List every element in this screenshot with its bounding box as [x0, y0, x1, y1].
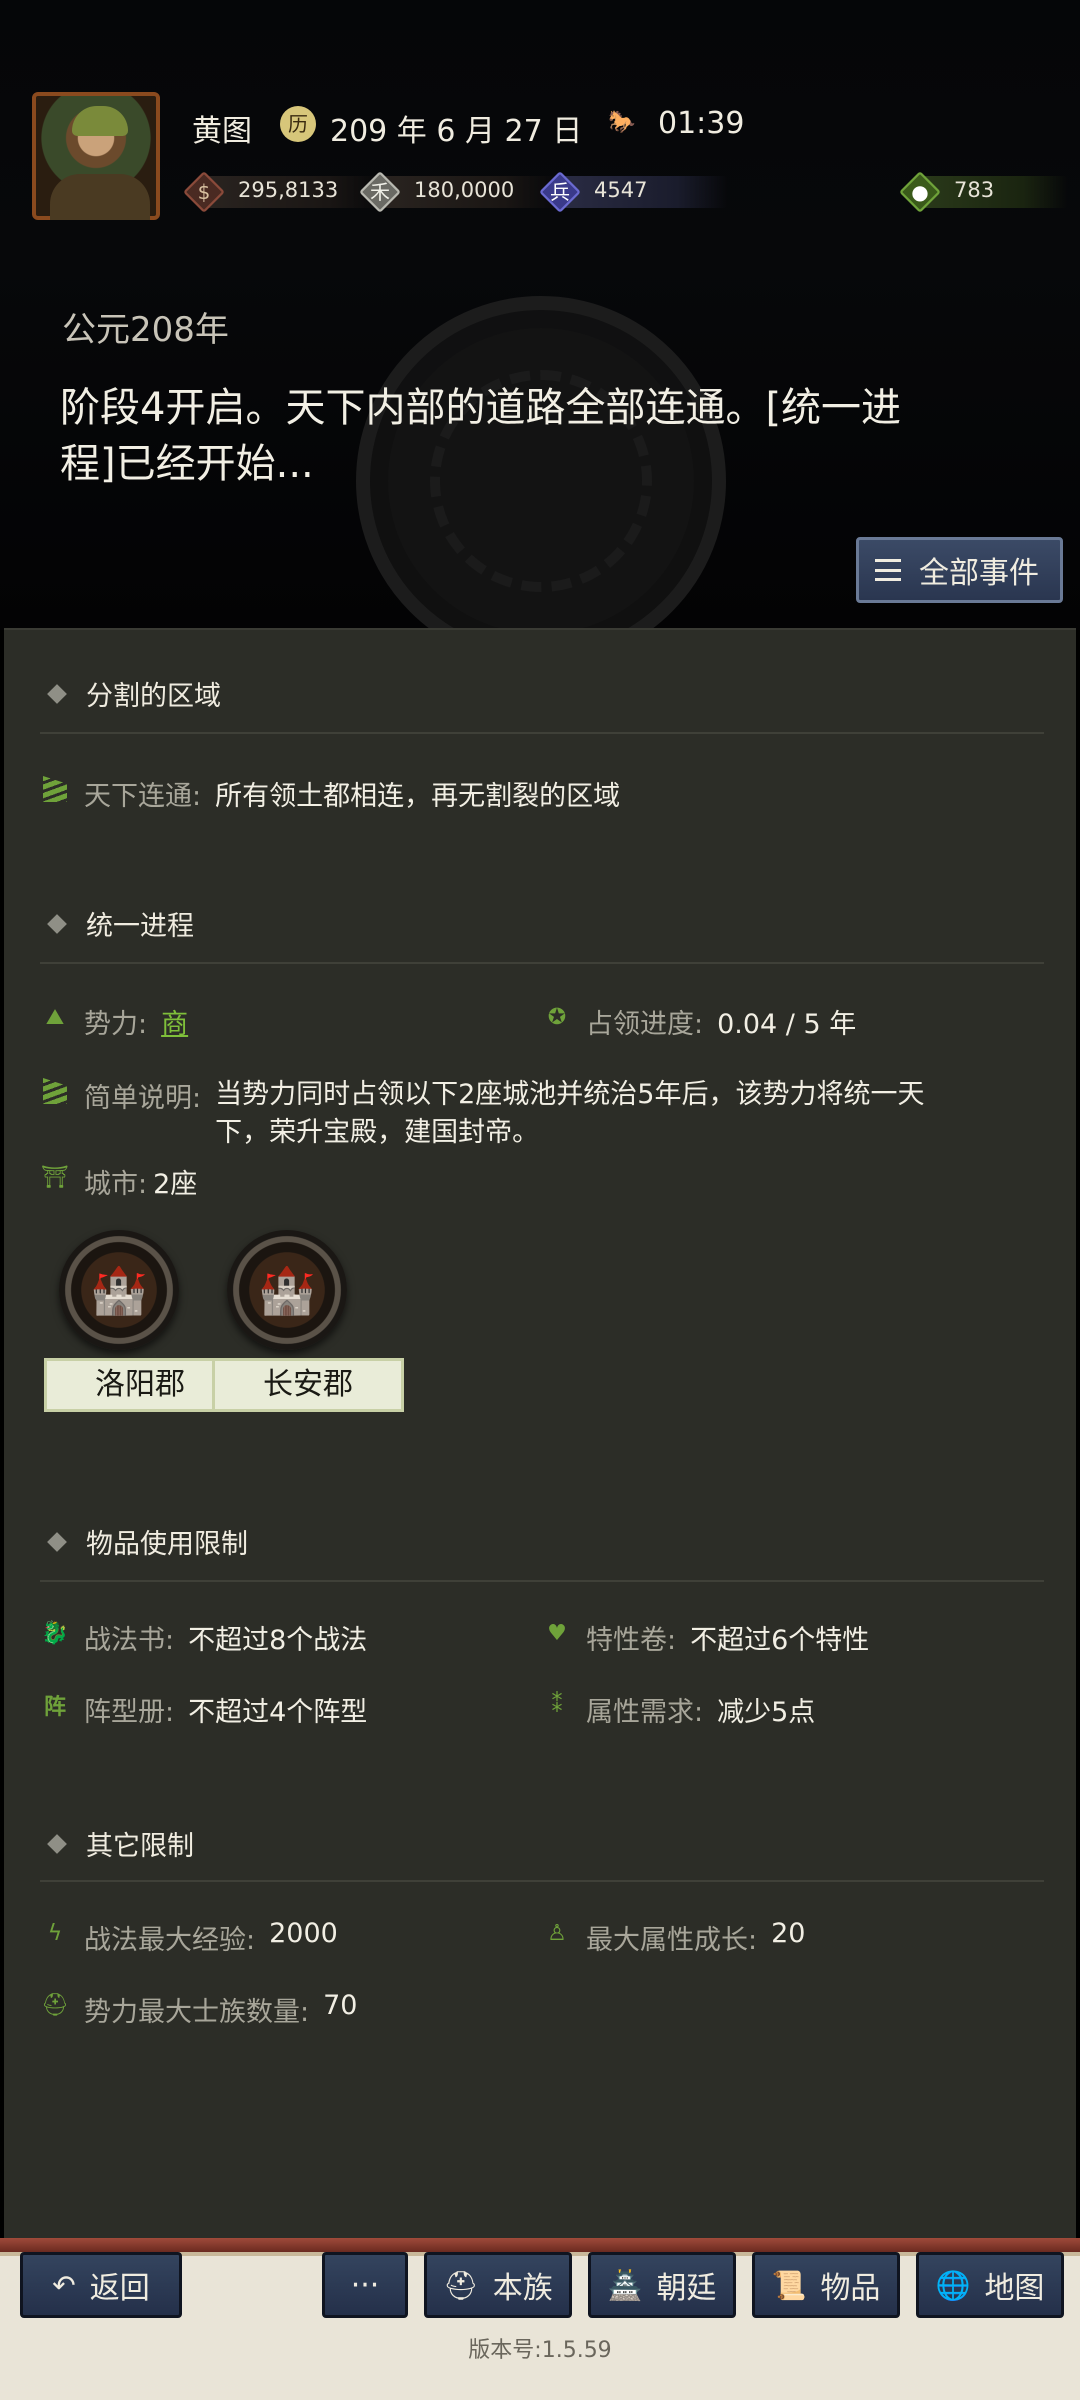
person-icon: ♙: [547, 1920, 567, 1946]
all-events-button[interactable]: 全部事件: [856, 537, 1063, 603]
dragon-icon: 🐉: [41, 1620, 69, 1646]
items-button[interactable]: 📜 物品: [752, 2252, 900, 2318]
gate-icon: ⛩: [41, 1164, 69, 1190]
resource-soldier[interactable]: 兵 4547: [539, 171, 728, 213]
resource-coin[interactable]: $ 295,8133: [183, 171, 384, 213]
soldier-icon: 兵: [550, 180, 570, 204]
faction-row: ⛰ 势力: 商: [40, 1002, 188, 1041]
calendar-icon: 历: [280, 106, 316, 142]
resource-grain[interactable]: 禾 180,0000: [359, 171, 560, 213]
exp-limit-row: ϟ 战法最大经验: 2000: [40, 1918, 338, 1957]
header-area: 黄图 历 209 年 6 月 27 日 🐎 01:39 $ 295,8133 禾…: [0, 0, 1080, 630]
flag-icon: ✪: [547, 1004, 567, 1030]
version-label: 版本号:1.5.59: [468, 2338, 612, 2363]
clan-limit-row: ⛑ 势力最大士族数量: 70: [41, 1990, 358, 2028]
court-button[interactable]: 🏯 朝廷: [588, 2252, 736, 2318]
mountain-icon: ⛰: [45, 1004, 65, 1030]
pouch-icon: ●: [911, 180, 929, 204]
trait-limit-row: ♥ 特性卷: 不超过6个特性: [542, 1618, 869, 1657]
heart-icon: ♥: [547, 1620, 567, 1646]
sparkle-icon: ⁑: [551, 1692, 563, 1718]
event-text: 阶段4开启。天下内部的道路全部连通。[统一进程]已经开始...: [60, 385, 902, 487]
event-year: 公元208年: [62, 310, 229, 350]
section-title-divided: 分割的区域: [40, 674, 221, 713]
book-limit-row: 🐉 战法书: 不超过8个战法: [40, 1618, 367, 1657]
map-button[interactable]: 🌐 地图: [916, 2252, 1064, 2318]
resource-pouch[interactable]: ● 783: [899, 171, 1070, 213]
leaf-icon: [40, 774, 70, 804]
player-name: 黄图: [192, 114, 252, 149]
section-title-other: 其它限制: [40, 1824, 194, 1863]
faction-link[interactable]: 商: [161, 1002, 188, 1041]
globe-icon: 🌐: [935, 2268, 971, 2302]
section-title-items: 物品使用限制: [40, 1522, 248, 1561]
menu-icon: [875, 559, 901, 581]
helmet-icon: ⛑: [443, 2268, 479, 2302]
game-date: 209 年 6 月 27 日: [330, 114, 583, 149]
formation-icon: 阵: [43, 1695, 66, 1720]
city-count-row: ⛩ 城市: 2座: [40, 1162, 197, 1201]
description-row: 简单说明: 当势力同时占领以下2座城池并统治5年后，该势力将统一天下，荣升宝殿，…: [40, 1076, 975, 1152]
section-title-unify: 统一进程: [40, 904, 194, 943]
grain-icon: 禾: [370, 180, 390, 204]
scroll-icon: 📜: [771, 2268, 807, 2302]
helmet-icon: ⛑: [41, 1992, 69, 2018]
connect-row: 天下连通: 所有领土都相连，再无割裂的区域: [40, 774, 620, 813]
rules-panel: 分割的区域 天下连通: 所有领土都相连，再无割裂的区域 统一进程 ⛰ 势力: 商…: [4, 628, 1076, 2238]
back-arrow-icon: ↶: [52, 2268, 76, 2302]
back-button[interactable]: ↶ 返回: [20, 2252, 182, 2318]
clan-button[interactable]: ⛑ 本族: [424, 2252, 572, 2318]
attr-limit-row: ⁑ 属性需求: 减少5点: [542, 1690, 816, 1729]
lightning-icon: ϟ: [47, 1920, 63, 1946]
formation-limit-row: 阵 阵型册: 不超过4个阵型: [40, 1690, 367, 1729]
horse-icon: 🐎: [608, 110, 636, 135]
progress-row: ✪ 占领进度: 0.04 / 5 年: [542, 1002, 856, 1041]
player-avatar[interactable]: [32, 92, 160, 220]
growth-limit-row: ♙ 最大属性成长: 20: [542, 1918, 805, 1957]
game-time: 01:39: [658, 106, 745, 141]
more-button[interactable]: ···: [322, 2252, 408, 2318]
coin-icon: $: [197, 180, 211, 204]
castle-icon: 🏰: [258, 1263, 316, 1317]
castle-icon: 🏰: [90, 1263, 148, 1317]
leaf-icon: [40, 1076, 70, 1106]
palace-icon: 🏯: [607, 2268, 643, 2302]
